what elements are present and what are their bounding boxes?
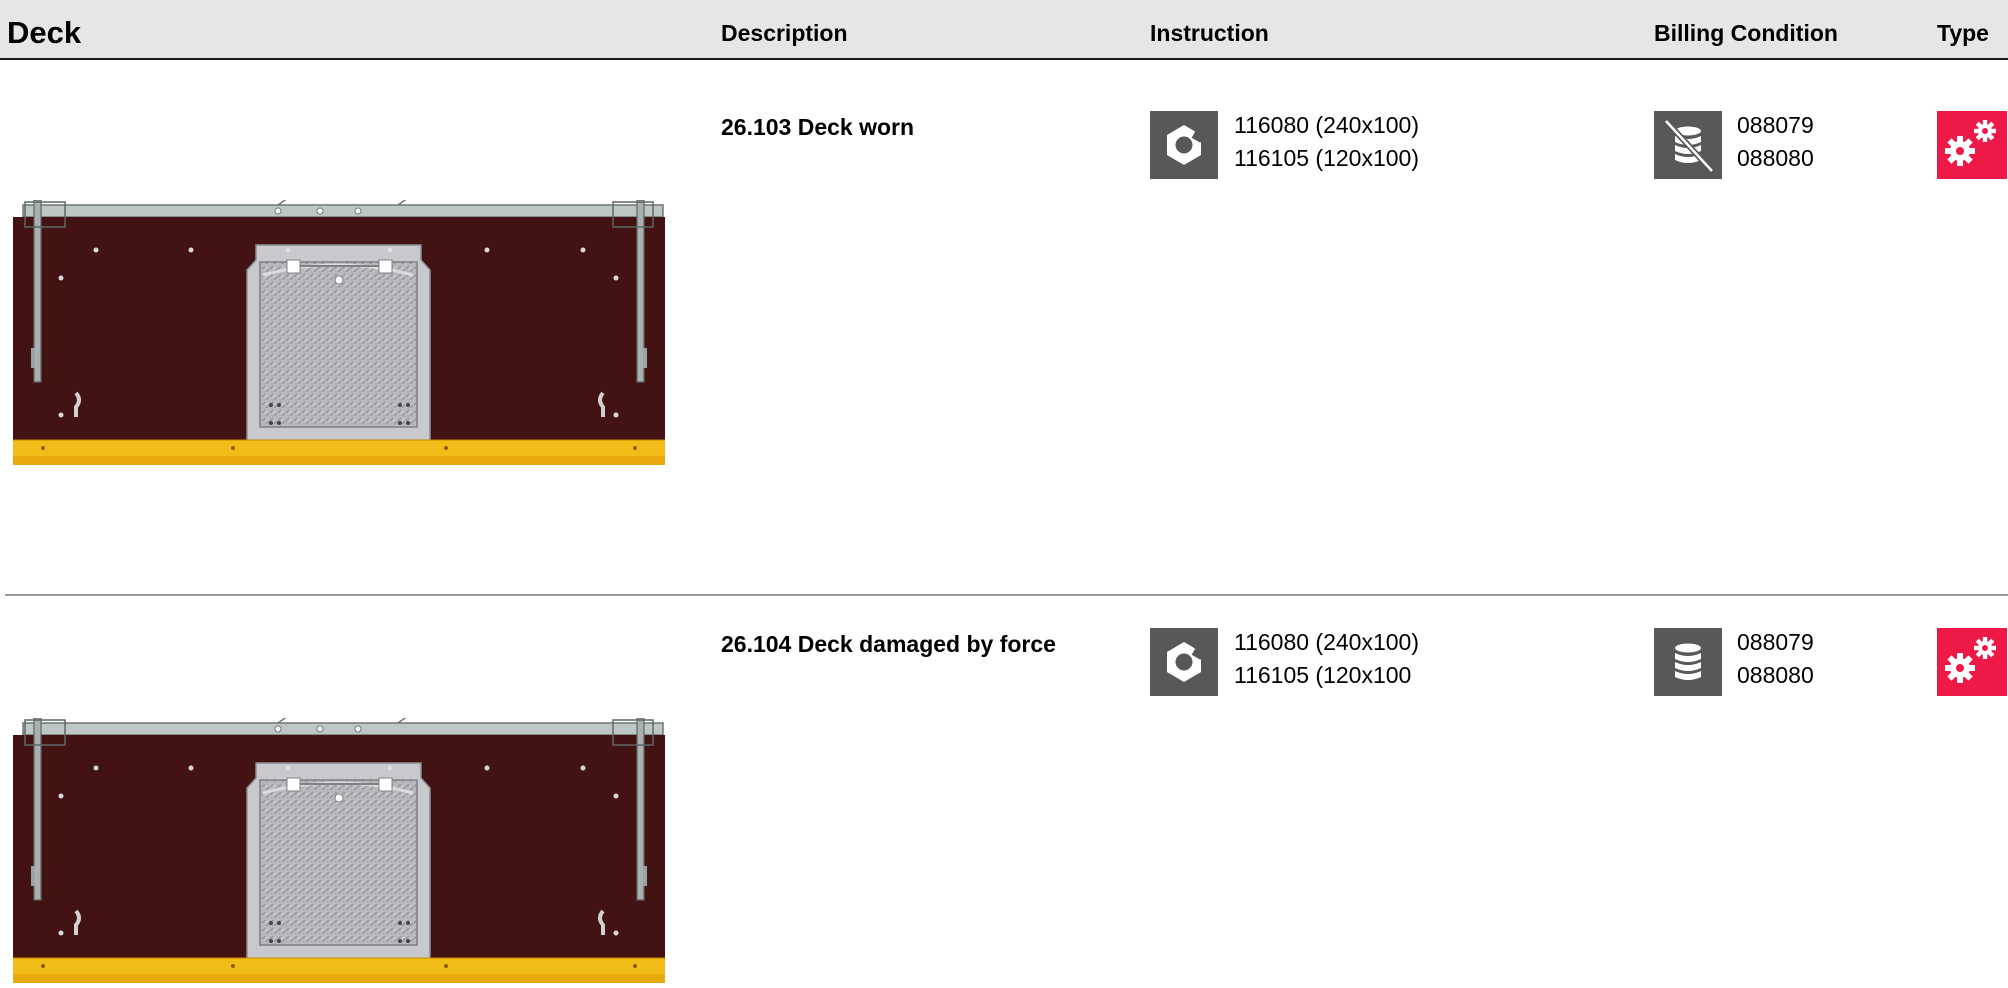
defect-description: 26.103 Deck worn [721,114,915,140]
page-title: Deck [7,15,82,50]
deck-image [13,718,667,985]
instruction-code: 116080 (240x100) [1234,629,1419,655]
billing-code: 088080 [1737,662,1814,688]
instruction-codes: 116080 (240x100) 116105 (120x100 [1234,626,1419,692]
nut-icon [1150,111,1218,179]
billing-codes: 088079 088080 [1737,109,1814,175]
row-divider [5,594,2008,596]
gears-icon [1937,111,2007,179]
billing-codes: 088079 088080 [1737,626,1814,692]
billing-code: 088079 [1737,629,1814,655]
instruction-code: 116105 (120x100) [1234,145,1419,171]
column-header-type: Type [1937,20,1989,46]
deck-image [13,200,667,467]
instruction-code: 116080 (240x100) [1234,112,1419,138]
table-header: Deck Description Instruction Billing Con… [0,0,2008,60]
column-header-billing-condition: Billing Condition [1654,20,1838,46]
billing-code: 088079 [1737,112,1814,138]
instruction-codes: 116080 (240x100) 116105 (120x100) [1234,109,1419,175]
coins-crossed-icon [1654,111,1722,179]
coins-icon [1654,628,1722,696]
column-header-instruction: Instruction [1150,20,1269,46]
nut-icon [1150,628,1218,696]
gears-icon [1937,628,2007,696]
column-header-description: Description [721,20,848,46]
billing-code: 088080 [1737,145,1814,171]
instruction-code: 116105 (120x100 [1234,662,1412,688]
defect-description: 26.104 Deck damaged by force [721,631,1056,657]
